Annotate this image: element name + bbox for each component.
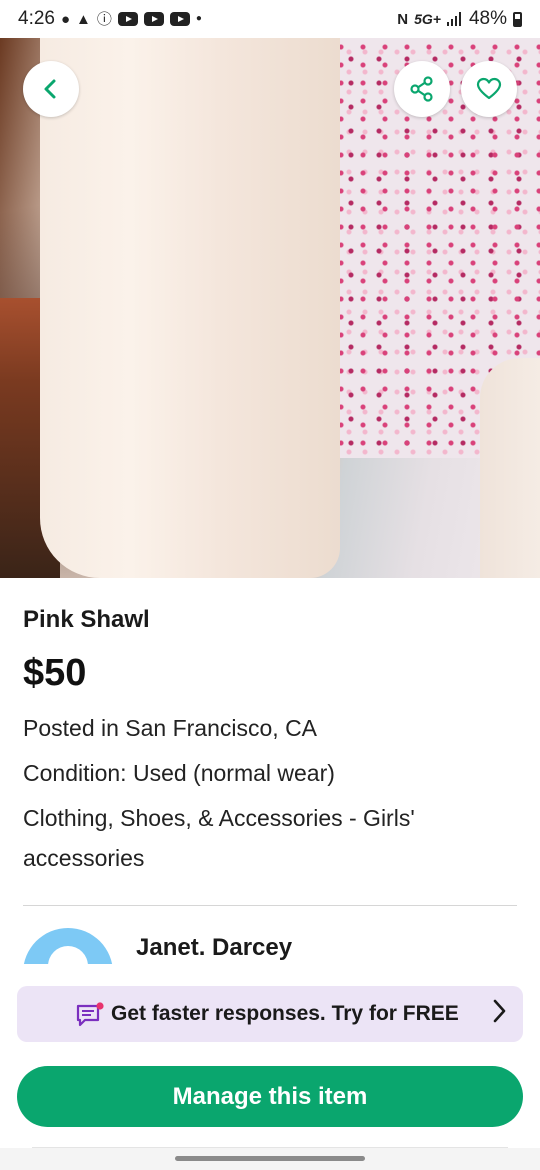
favorite-button[interactable] (461, 61, 517, 117)
status-time: 4:26 (18, 8, 55, 29)
avatar-head-shape (48, 946, 88, 964)
heart-icon (476, 77, 502, 100)
manage-item-button[interactable]: Manage this item (17, 1066, 523, 1127)
youtube-icon (169, 12, 190, 26)
chat-icon: ● (60, 10, 71, 28)
dot-icon: ● (195, 13, 202, 24)
item-photo[interactable] (0, 38, 540, 578)
seller-name[interactable]: Janet. Darcey (136, 934, 292, 962)
battery-percent: 48% (468, 8, 507, 29)
status-bar: 4:26 ● ▲ ⓘ ● N 5G+ 48% (0, 0, 540, 38)
back-icon (44, 79, 56, 99)
item-title: Pink Shawl (23, 606, 150, 633)
youtube-icon (143, 12, 164, 26)
chevron-right-icon (491, 998, 507, 1031)
signal-icon (446, 12, 461, 26)
avatar[interactable] (23, 928, 113, 964)
promo-label: Get faster responses. Try for FREE (111, 1002, 459, 1025)
share-icon (410, 76, 433, 102)
promo-banner[interactable]: Get faster responses. Try for FREE (17, 986, 523, 1042)
warning-icon: ▲ (76, 10, 91, 28)
system-nav-bar (0, 1148, 540, 1170)
nfc-icon: N (397, 10, 409, 28)
photo-fabric-right (480, 358, 540, 578)
back-button[interactable] (23, 61, 79, 117)
item-price: $50 (23, 652, 87, 694)
youtube-icon (117, 12, 138, 26)
battery-icon (513, 11, 522, 27)
message-promo-icon (76, 1002, 104, 1027)
seller-row[interactable]: Janet. Darcey (0, 906, 540, 964)
info-icon: ⓘ (96, 10, 112, 28)
item-condition: Condition: Used (normal wear) (23, 760, 335, 786)
share-button[interactable] (394, 61, 450, 117)
network-type: 5G+ (414, 11, 441, 27)
photo-fabric (40, 38, 340, 578)
status-right: N 5G+ 48% (397, 8, 522, 30)
home-indicator[interactable] (175, 1156, 365, 1161)
status-left: 4:26 ● ▲ ⓘ ● (18, 8, 202, 30)
item-category: Clothing, Shoes, & Accessories - Girls' … (23, 805, 415, 871)
item-location: Posted in San Francisco, CA (23, 715, 318, 741)
